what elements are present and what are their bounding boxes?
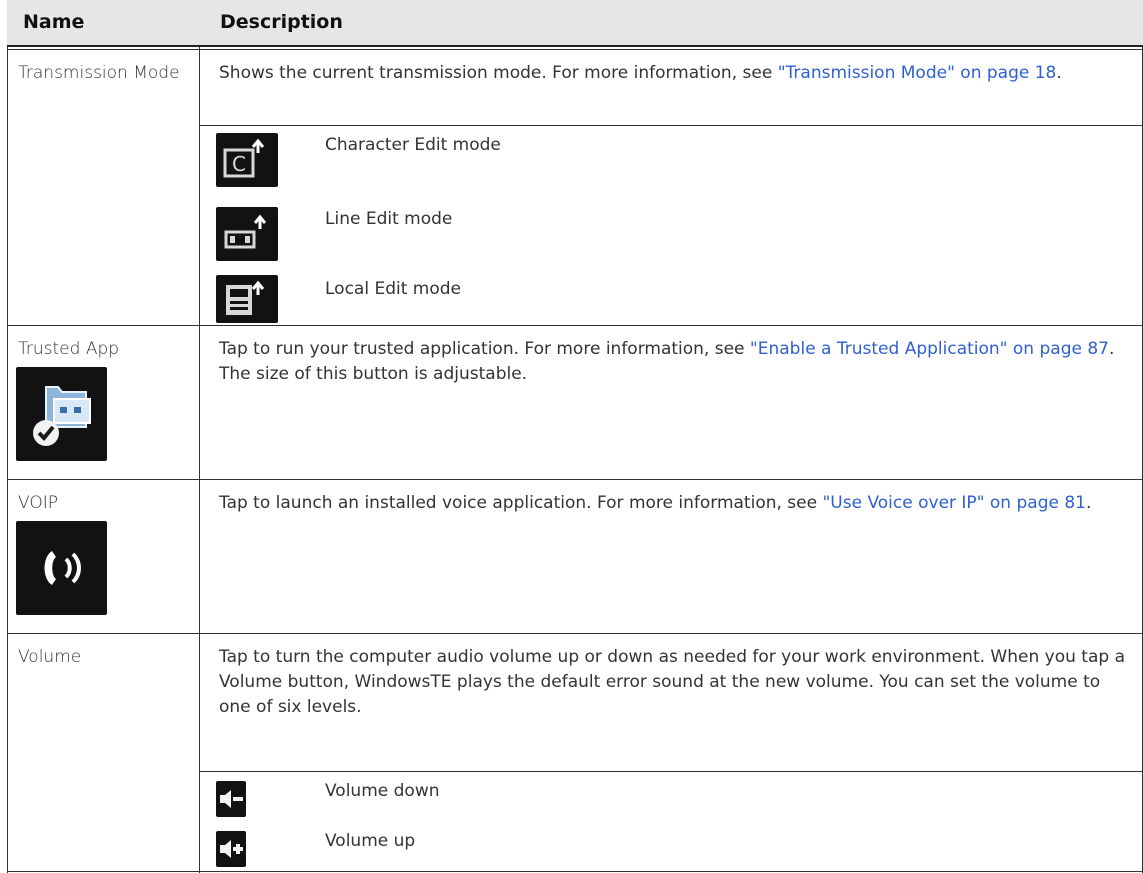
use-voice-over-ip-link[interactable]: "Use Voice over IP" on page 81 [822, 493, 1086, 513]
trusted-app-icon [16, 367, 107, 461]
row-name-transmission-mode: Transmission Mode [18, 63, 180, 83]
sub-label-character-edit: Character Edit mode [325, 135, 501, 155]
description-subdivider [199, 125, 1143, 126]
row-description-voip: Tap to launch an installed voice applica… [219, 491, 1129, 516]
sub-label-volume-down: Volume down [325, 781, 440, 801]
table-left-border [7, 47, 8, 873]
row-divider [7, 325, 1143, 326]
volume-up-icon [216, 831, 246, 867]
header-description: Description [220, 11, 343, 33]
column-divider [199, 47, 200, 873]
description-text: . [1056, 63, 1062, 83]
row-description-volume: Tap to turn the computer audio volume up… [219, 647, 1125, 717]
description-subdivider [199, 771, 1143, 772]
row-divider [7, 479, 1143, 480]
enable-trusted-application-link[interactable]: "Enable a Trusted Application" on page 8… [750, 339, 1109, 359]
row-name-trusted-app: Trusted App [18, 339, 120, 359]
line-edit-mode-icon [216, 207, 278, 261]
header-name: Name [23, 11, 85, 33]
row-description-trusted-app: Tap to run your trusted application. For… [219, 337, 1129, 387]
transmission-mode-link[interactable]: "Transmission Mode" on page 18 [778, 63, 1057, 83]
description-text: . [1085, 493, 1092, 513]
row-name-volume: Volume [18, 647, 82, 667]
description-text: Shows the current transmission mode. For… [219, 63, 778, 83]
local-edit-mode-icon [216, 275, 278, 323]
table-bottom-border [7, 871, 1143, 872]
row-name-voip: VOIP [18, 493, 58, 513]
volume-down-icon [216, 781, 246, 817]
character-edit-mode-icon: C [216, 133, 278, 187]
sub-label-line-edit: Line Edit mode [325, 209, 453, 229]
voip-phone-icon [16, 521, 107, 615]
row-divider [7, 633, 1143, 634]
sub-label-volume-up: Volume up [325, 831, 416, 851]
svg-text:C: C [232, 152, 246, 176]
description-text: Tap to run your trusted application. For… [219, 339, 750, 359]
row-description-transmission-mode: Shows the current transmission mode. For… [219, 61, 1129, 86]
table-header: Name Description [7, 0, 1143, 47]
definition-table: Name Description Transmission Mode Shows… [0, 0, 1143, 873]
header-underline [7, 49, 1143, 50]
sub-label-local-edit: Local Edit mode [325, 279, 461, 299]
description-text: Tap to launch an installed voice applica… [219, 493, 823, 513]
